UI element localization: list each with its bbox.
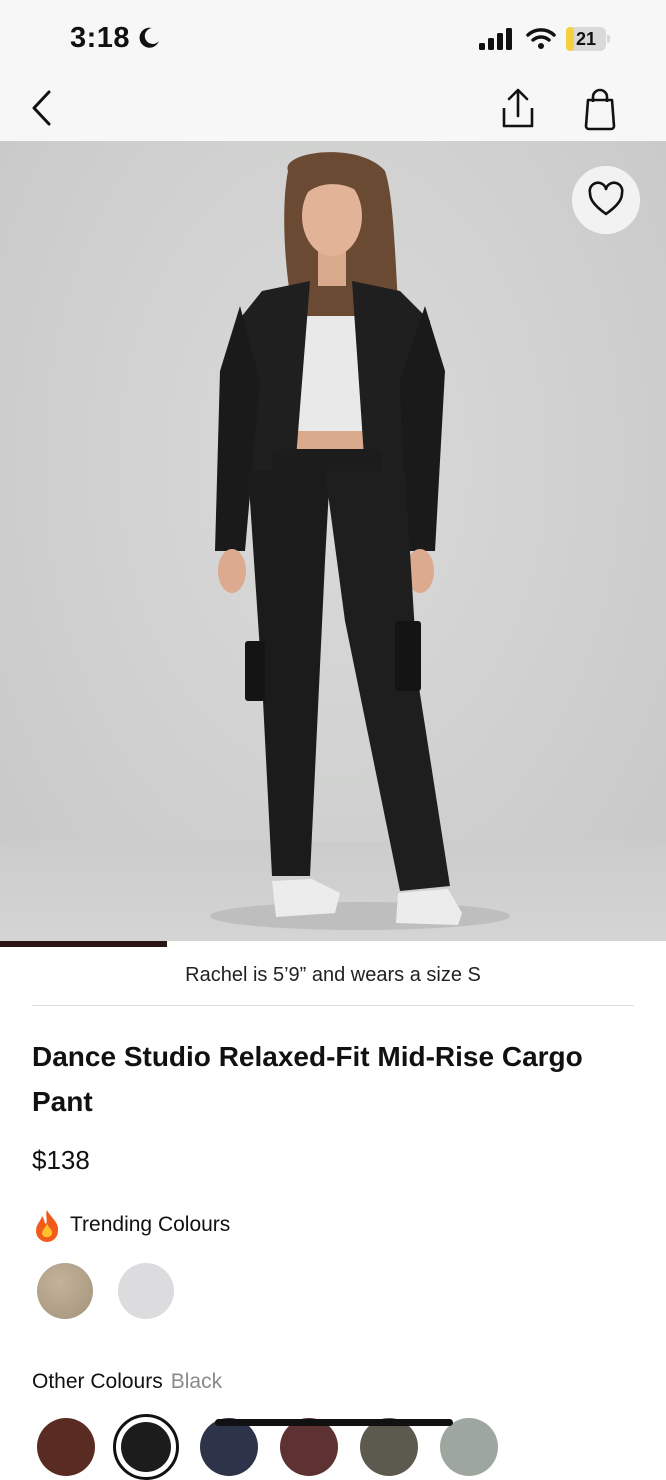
share-button[interactable] bbox=[496, 86, 540, 136]
colour-swatch-black[interactable] bbox=[113, 1414, 179, 1480]
share-icon bbox=[502, 88, 534, 128]
product-image[interactable] bbox=[0, 141, 666, 947]
back-button[interactable] bbox=[24, 86, 64, 130]
status-bar: 3:18 21 bbox=[0, 0, 666, 78]
status-time: 3:18 bbox=[70, 22, 131, 54]
chevron-left-icon bbox=[32, 90, 51, 126]
home-indicator[interactable] bbox=[215, 1419, 453, 1426]
wifi-icon bbox=[526, 28, 556, 49]
colour-swatch-tan[interactable] bbox=[37, 1263, 93, 1319]
fire-icon bbox=[36, 1210, 59, 1242]
battery-percent: 21 bbox=[575, 29, 597, 49]
colour-swatch-sage[interactable] bbox=[440, 1418, 498, 1476]
model-fit-caption: Rachel is 5’9” and wears a size S bbox=[185, 964, 481, 986]
trending-colours-label: Trending Colours bbox=[70, 1213, 231, 1236]
carousel-progress-bar bbox=[0, 941, 167, 947]
shopping-bag-icon bbox=[584, 88, 616, 131]
colour-swatch-navy[interactable] bbox=[200, 1418, 258, 1476]
selected-colour-name: Black bbox=[170, 1370, 223, 1393]
colour-swatch-burgundy[interactable] bbox=[280, 1418, 338, 1476]
shopping-bag-button[interactable] bbox=[578, 86, 622, 136]
colour-swatch-light-grey[interactable] bbox=[118, 1263, 174, 1319]
product-price: $138 bbox=[32, 1145, 90, 1175]
colour-swatch-brown[interactable] bbox=[37, 1418, 95, 1476]
battery-icon: 21 bbox=[566, 27, 610, 51]
favorite-button[interactable] bbox=[572, 166, 640, 234]
cellular-signal-icon bbox=[479, 28, 512, 50]
moon-icon bbox=[139, 27, 159, 48]
divider bbox=[32, 1005, 634, 1006]
product-title: Dance Studio Relaxed-Fit Mid-Rise Cargo … bbox=[32, 1041, 583, 1117]
model-photo bbox=[210, 152, 510, 930]
other-colours-label: Other Colours bbox=[32, 1370, 163, 1393]
colour-swatch-olive[interactable] bbox=[360, 1418, 418, 1476]
other-colours-header: Other Colours Black bbox=[32, 1370, 222, 1394]
navigation-bar bbox=[0, 78, 666, 141]
